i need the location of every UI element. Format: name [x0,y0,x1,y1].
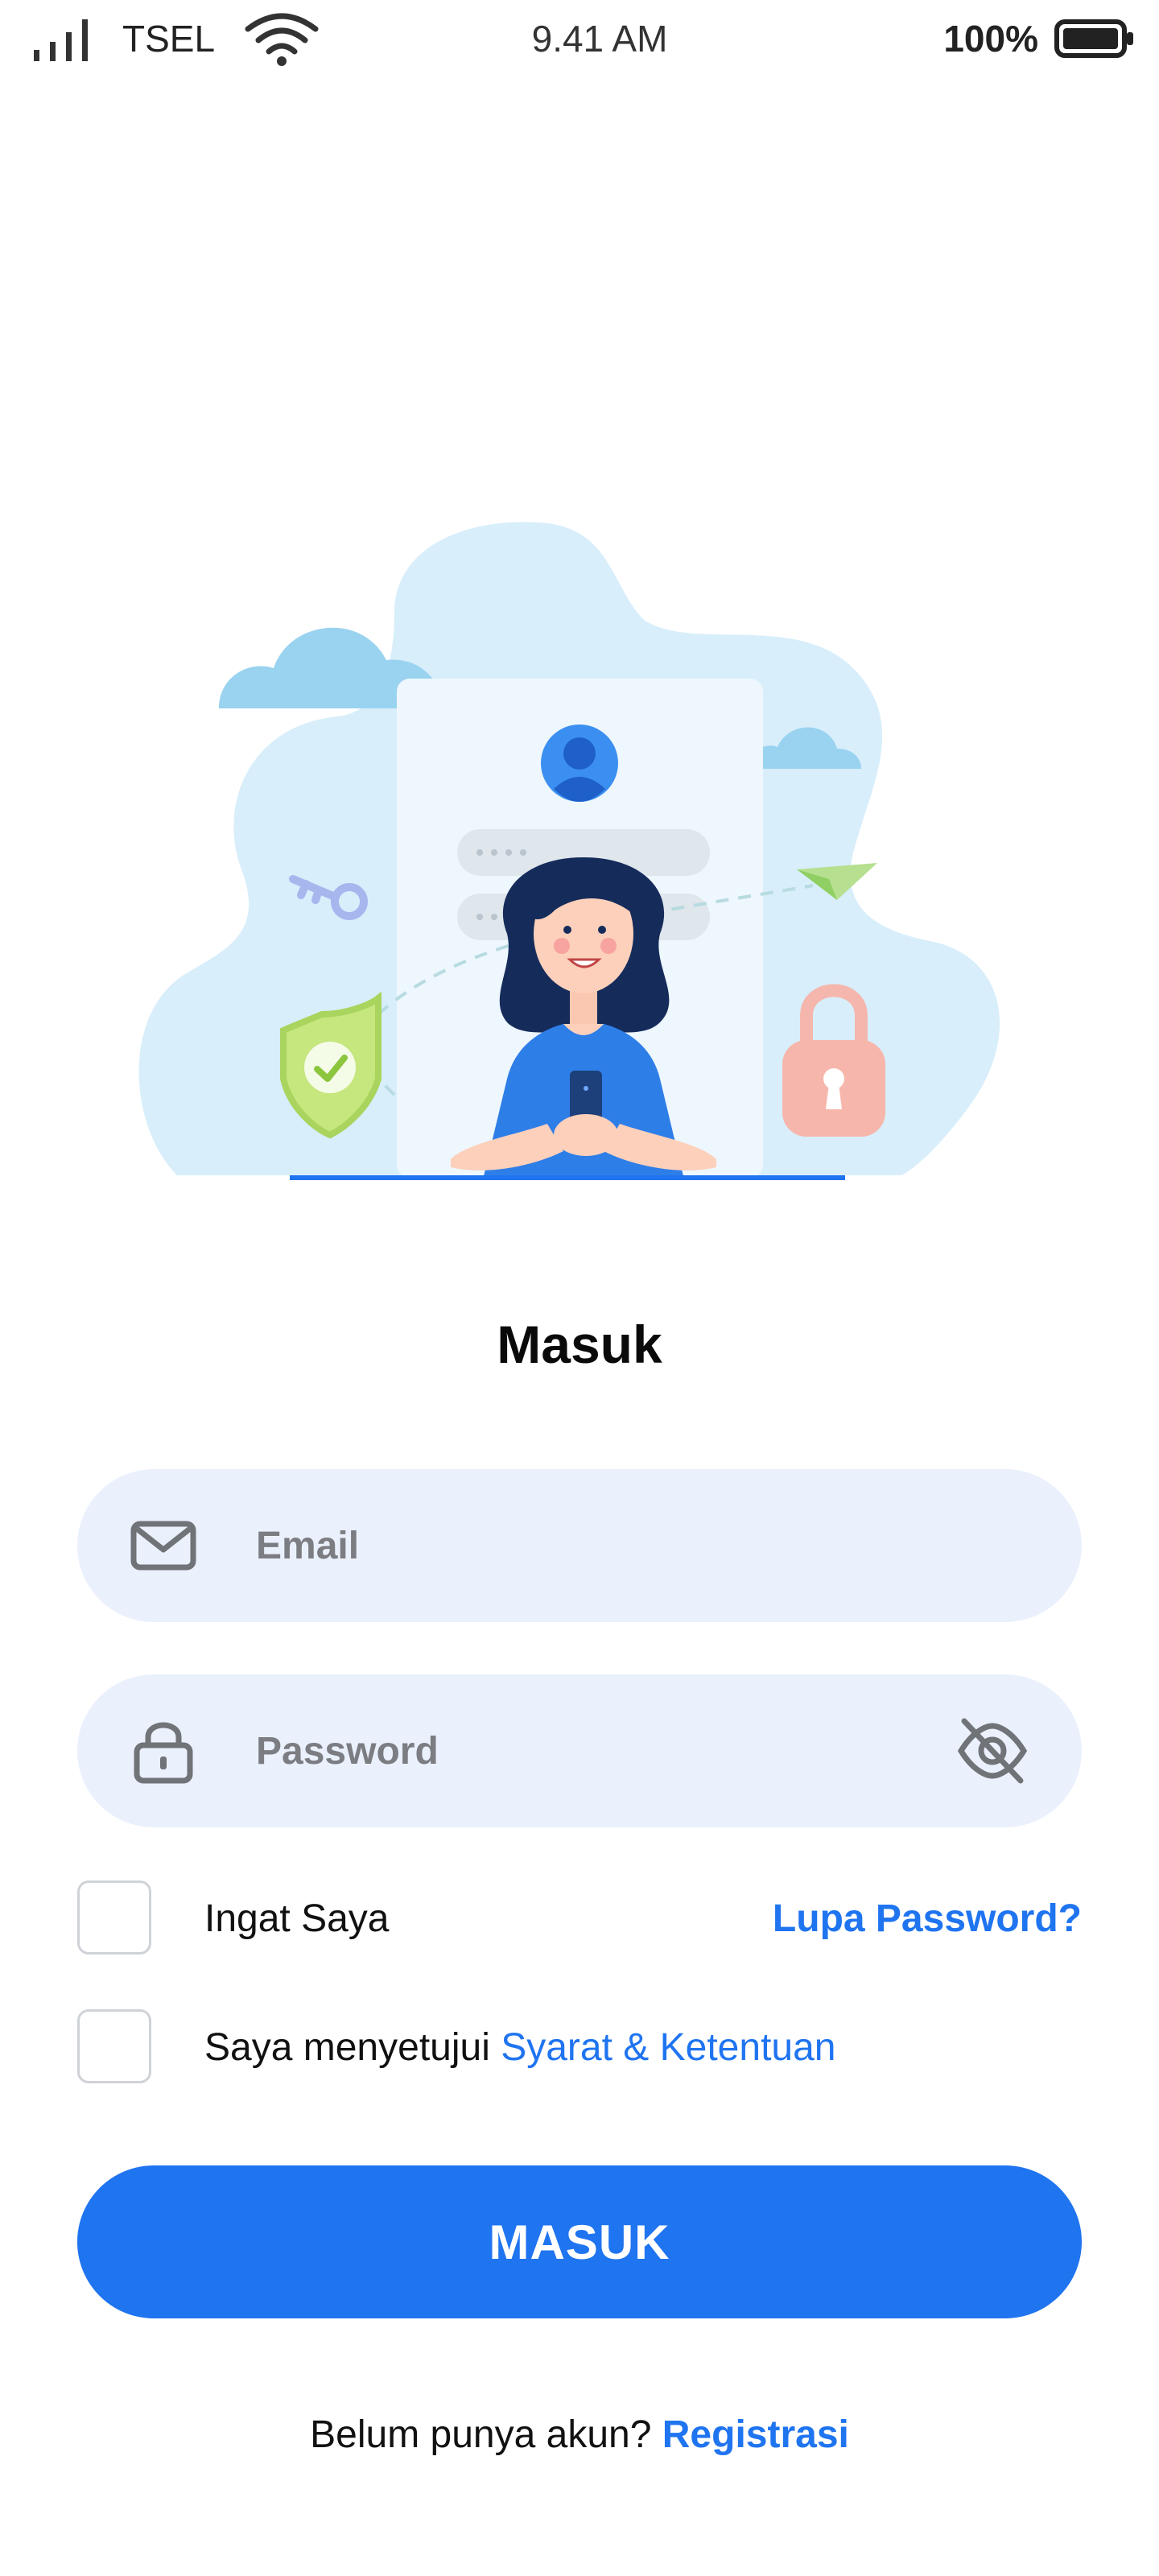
login-screen: TSEL 9.41 AM 100% Masuk Email Ingat Saya… [0,0,1159,2576]
terms-link[interactable]: Syarat & Ketentuan [501,2026,835,2069]
remember-me-label: Ingat Saya [204,1897,390,1940]
lock-icon [134,1722,193,1784]
mail-icon [130,1521,196,1571]
battery-percent: 100% [943,18,1038,60]
terms-row: Saya menyetujui Syarat & Ketentuan [77,2009,1082,2087]
login-button[interactable]: MASUK [77,2165,1082,2318]
forgot-password-link[interactable]: Lupa Password? [773,1880,1082,1958]
carrier-name: TSEL [122,18,216,60]
eye-off-icon[interactable] [956,1715,1029,1787]
password-input[interactable] [256,1674,980,1827]
register-prompt: Belum punya akun? Registrasi [0,2399,1159,2471]
terms-label: Saya menyetujui Syarat & Ketentuan [204,2009,836,2087]
password-field[interactable] [77,1674,1082,1827]
register-link[interactable]: Registrasi [662,2413,849,2456]
terms-checkbox[interactable] [77,2009,151,2083]
terms-prefix: Saya menyetujui [204,2026,490,2069]
login-illustration [138,522,1000,1180]
remember-me-checkbox[interactable] [77,1880,151,1955]
clock: 9.41 AM [531,18,668,60]
email-field[interactable] [77,1469,1082,1622]
register-prefix: Belum punya akun? [310,2413,652,2456]
signal-icon [34,19,88,61]
status-bar: TSEL 9.41 AM 100% [0,0,1159,77]
remember-me-row: Ingat Saya Lupa Password? [77,1880,1082,1958]
email-input[interactable] [256,1469,980,1622]
wifi-icon [245,13,319,66]
battery-icon [1054,19,1133,58]
page-title: Masuk [497,1315,662,1374]
